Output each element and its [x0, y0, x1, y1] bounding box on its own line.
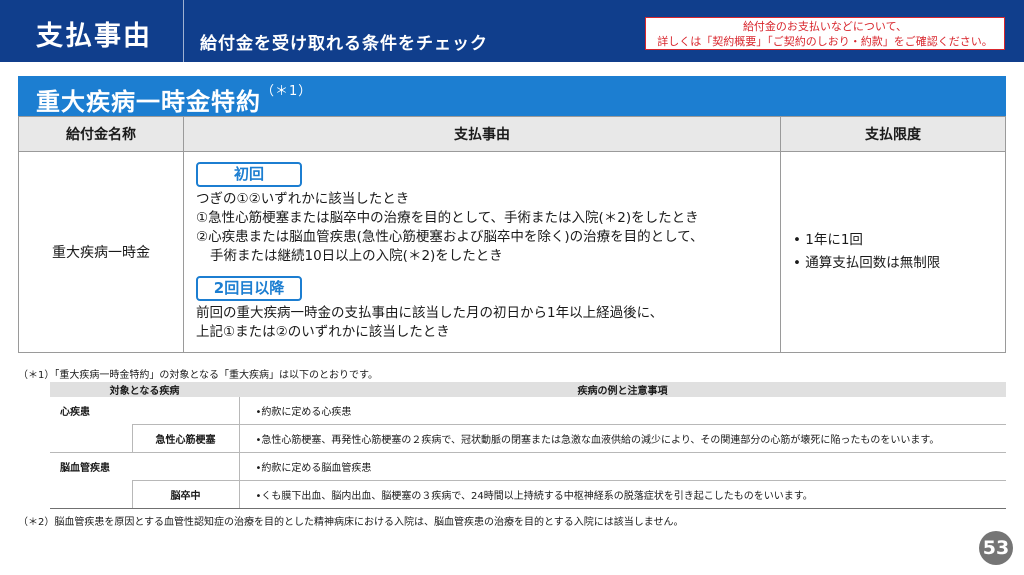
section-title-text: 重大疾病一時金特約 [36, 88, 261, 116]
disease-row: 脳卒中 •くも膜下出血、脳内出血、脳梗塞の３疾病で、24時間以上持続する中枢神経… [50, 480, 1006, 509]
reason-line: つぎの①②いずれかに該当したとき [196, 191, 410, 207]
header-payment-reason: 支払事由 [183, 116, 781, 152]
disease-example: •約款に定める心疾患 [238, 397, 1006, 425]
reason-line: ②心疾患または脳血管疾患(急性心筋梗塞および脳卒中を除く)の治療を目的として、 [196, 229, 704, 245]
payment-reason-cell: 初回 つぎの①②いずれかに該当したとき ①急性心筋梗塞または脳卒中の治療を目的と… [183, 151, 781, 353]
header-payment-limit: 支払限度 [780, 116, 1006, 152]
first-time-badge: 初回 [196, 162, 302, 187]
disease-example: •くも膜下出血、脳内出血、脳梗塞の３疾病で、24時間以上持続する中枢神経系の脱落… [238, 480, 1006, 509]
header-benefit-name: 給付金名称 [18, 116, 184, 152]
disease-table-header: 対象となる疾病 疾病の例と注意事項 [50, 382, 1006, 397]
header-target-disease: 対象となる疾病 [50, 382, 240, 397]
benefit-row: 重大疾病一時金 初回 つぎの①②いずれかに該当したとき ①急性心筋梗塞または脳卒… [18, 151, 1006, 353]
benefit-name: 重大疾病一時金 [18, 151, 184, 353]
footnote-2: （＊2）脳血管疾患を原因とする血管性認知症の治療を目的とした精神病床における入院… [18, 517, 684, 528]
payment-limit-cell: • 1年に1回 • 通算支払回数は無制限 [780, 151, 1006, 353]
page-title: 支払事由 [36, 21, 152, 52]
header-divider [183, 0, 184, 62]
benefit-table-header: 給付金名称 支払事由 支払限度 [18, 116, 1006, 152]
reason-line: 前回の重大疾病一時金の支払事由に該当した月の初日から1年以上経過後に、 [196, 305, 664, 321]
disease-example: •約款に定める脳血管疾患 [238, 452, 1006, 481]
disease-example: •急性心筋梗塞、再発性心筋梗塞の２疾病で、冠状動脈の閉塞または急激な血液供給の減… [238, 424, 1006, 453]
benefit-table: 給付金名称 支払事由 支払限度 重大疾病一時金 初回 つぎの①②いずれかに該当し… [18, 116, 1006, 353]
disease-row: 急性心筋梗塞 •急性心筋梗塞、再発性心筋梗塞の２疾病で、冠状動脈の閉塞または急激… [50, 424, 1006, 453]
section-title-note: （＊1） [261, 84, 313, 99]
reason-line: ①急性心筋梗塞または脳卒中の治療を目的として、手術または入院(＊2)をしたとき [196, 210, 699, 226]
disease-name: 脳血管疾患 [60, 463, 110, 475]
disease-table: 対象となる疾病 疾病の例と注意事項 心疾患 •約款に定める心疾患 急性心筋梗塞 … [50, 382, 1006, 509]
disease-name: 心疾患 [60, 407, 90, 419]
limit-item: • 1年に1回 [793, 232, 863, 248]
limit-item: • 通算支払回数は無制限 [793, 255, 941, 271]
disease-sub-name: 脳卒中 [131, 480, 240, 509]
disease-sub-name [132, 397, 240, 425]
page-subtitle: 給付金を受け取れる条件をチェック [200, 34, 488, 54]
header-bar: 支払事由 給付金を受け取れる条件をチェック 給付金のお支払いなどについて、 詳し… [0, 0, 1024, 62]
disease-name [50, 480, 132, 509]
disease-sub-name [132, 452, 240, 481]
page-number: 53 [979, 531, 1013, 565]
disease-name [50, 424, 132, 453]
disease-sub-name: 急性心筋梗塞 [131, 424, 240, 453]
section-title: 重大疾病一時金特約（＊1） [36, 82, 312, 117]
notice-box: 給付金のお支払いなどについて、 詳しくは「契約概要」「ご契約のしおり・約款」をご… [645, 17, 1005, 50]
reason-line: 手術または継続10日以上の入院(＊2)をしたとき [210, 248, 503, 264]
disease-row: 心疾患 •約款に定める心疾患 [50, 397, 1006, 425]
disease-row: 脳血管疾患 •約款に定める脳血管疾患 [50, 452, 1006, 481]
second-time-badge: 2回目以降 [196, 276, 302, 301]
reason-line: 上記①または②のいずれかに該当したとき [196, 324, 450, 340]
section-bar: 重大疾病一時金特約（＊1） [18, 76, 1006, 116]
notice-line-2: 詳しくは「契約概要」「ご契約のしおり・約款」をご確認ください。 [657, 35, 993, 48]
notice-line-1: 給付金のお支払いなどについて、 [742, 20, 908, 33]
footnote-1: （＊1）「重大疾病一時金特約」の対象となる「重大疾病」は以下のとおりです。 [18, 370, 379, 381]
header-disease-examples: 疾病の例と注意事項 [239, 382, 1006, 397]
